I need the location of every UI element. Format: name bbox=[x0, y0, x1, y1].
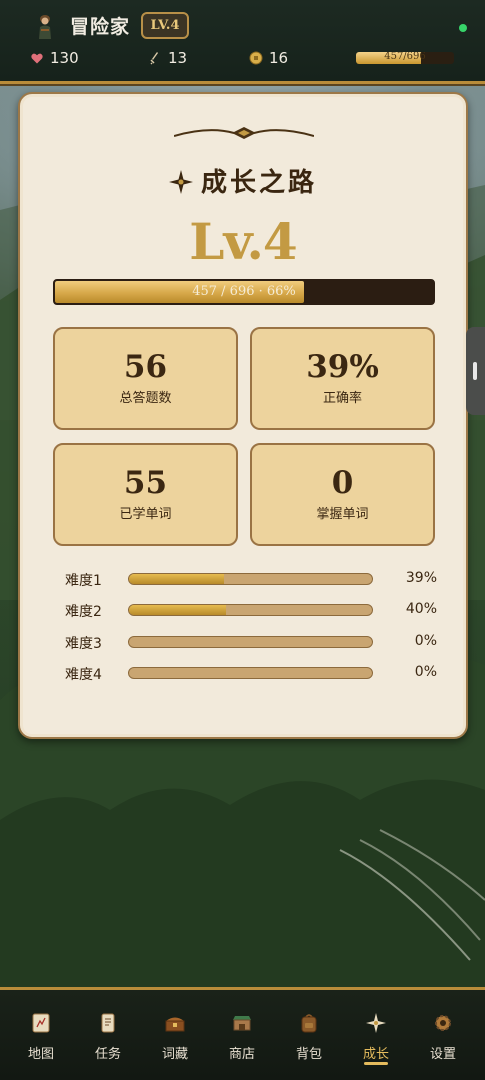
difficulty-label: 难度3 bbox=[65, 636, 102, 652]
difficulty-progress-bar bbox=[128, 573, 373, 585]
shop-icon bbox=[233, 1016, 251, 1031]
top-status-bar: 冒险家 LV.4 130 13 16 457/696 bbox=[0, 0, 485, 84]
hp-value: 130 bbox=[50, 49, 79, 67]
difficulty-progress-bar bbox=[128, 604, 373, 616]
nav-item-quests[interactable]: 任务 bbox=[80, 1012, 136, 1072]
star-icon bbox=[366, 1013, 386, 1033]
difficulty-label: 难度2 bbox=[65, 604, 102, 620]
stat-label: 已学单词 bbox=[119, 507, 172, 522]
nav-label: 商店 bbox=[228, 1047, 255, 1062]
difficulty-percent: 39% bbox=[405, 570, 437, 586]
stat-value: 0 bbox=[331, 465, 354, 501]
stat-learned-words: 55 已学单词 bbox=[53, 443, 238, 546]
page-title: 成长之路 bbox=[20, 162, 466, 201]
nav-label: 地图 bbox=[27, 1047, 54, 1062]
gear-icon bbox=[435, 1015, 451, 1031]
difficulty-percent: 0% bbox=[414, 633, 437, 649]
difficulty-progress-bar bbox=[128, 636, 373, 648]
page-title-text: 成长之路 bbox=[200, 168, 317, 198]
attack-value: 13 bbox=[168, 49, 188, 67]
difficulty-label: 难度4 bbox=[65, 667, 102, 683]
backpack-icon bbox=[301, 1014, 317, 1033]
sword-icon bbox=[148, 51, 162, 65]
level-badge: LV.4 bbox=[141, 12, 189, 39]
grip-icon bbox=[473, 362, 477, 380]
coin-icon bbox=[249, 51, 263, 65]
current-level: Lv.4 bbox=[189, 212, 297, 271]
difficulty-label: 难度1 bbox=[65, 573, 102, 589]
ornament-divider-icon bbox=[174, 127, 314, 139]
map-icon bbox=[32, 1013, 50, 1033]
nav-item-growth[interactable]: 成长 bbox=[348, 1012, 404, 1072]
stat-accuracy: 39% 正确率 bbox=[250, 327, 435, 430]
heart-icon bbox=[30, 51, 44, 65]
chest-icon bbox=[165, 1017, 185, 1032]
difficulty-percent: 0% bbox=[414, 664, 437, 680]
growth-card: 成长之路 Lv.4 457 / 696 · 66% 56 总答题数 39% 正确… bbox=[18, 92, 468, 739]
main-xp-text: 457 / 696 · 66% bbox=[192, 284, 296, 299]
difficulty-row-3: 难度3 0% bbox=[65, 632, 437, 652]
header-xp-text: 457/696 bbox=[384, 52, 426, 62]
adventurer-avatar-icon[interactable] bbox=[32, 12, 58, 40]
header-xp-bar: 457/696 bbox=[356, 52, 454, 64]
stat-value: 39% bbox=[306, 349, 379, 385]
stat-total-answers: 56 总答题数 bbox=[53, 327, 238, 430]
hp-stat: 130 bbox=[30, 49, 79, 67]
online-status-indicator bbox=[459, 24, 467, 32]
difficulty-row-2: 难度2 40% bbox=[65, 600, 437, 620]
stat-value: 56 bbox=[123, 349, 168, 385]
nav-item-collection[interactable]: 词藏 bbox=[147, 1012, 203, 1072]
nav-label: 背包 bbox=[295, 1047, 322, 1062]
stat-label: 正确率 bbox=[322, 391, 362, 406]
difficulty-progress-fill bbox=[129, 605, 227, 615]
attack-stat: 13 bbox=[148, 49, 187, 67]
difficulty-percent: 40% bbox=[405, 601, 437, 617]
scroll-icon bbox=[101, 1013, 115, 1033]
main-xp-bar: 457 / 696 · 66% bbox=[53, 279, 435, 305]
nav-label: 成长 bbox=[362, 1047, 389, 1062]
coin-value: 16 bbox=[269, 49, 289, 67]
nav-label: 设置 bbox=[429, 1047, 456, 1062]
compass-star-icon bbox=[168, 170, 193, 201]
nav-label: 词藏 bbox=[161, 1047, 188, 1062]
difficulty-progress-fill bbox=[129, 574, 224, 584]
nav-item-backpack[interactable]: 背包 bbox=[281, 1012, 337, 1072]
stat-value: 55 bbox=[123, 465, 168, 501]
bottom-navigation: 地图 任务 词藏 商店 背包 成长 设置 bbox=[0, 987, 485, 1080]
nav-item-map[interactable]: 地图 bbox=[13, 1012, 69, 1072]
difficulty-row-4: 难度4 0% bbox=[65, 663, 437, 683]
active-tab-indicator bbox=[364, 1062, 388, 1065]
player-name: 冒险家 bbox=[70, 16, 131, 38]
nav-item-settings[interactable]: 设置 bbox=[415, 1012, 471, 1072]
side-drawer-handle[interactable] bbox=[466, 327, 485, 415]
difficulty-progress-bar bbox=[128, 667, 373, 679]
stat-mastered-words: 0 掌握单词 bbox=[250, 443, 435, 546]
nav-item-shop[interactable]: 商店 bbox=[214, 1012, 270, 1072]
stat-label: 总答题数 bbox=[119, 391, 172, 406]
coin-stat: 16 bbox=[249, 49, 288, 67]
difficulty-row-1: 难度1 39% bbox=[65, 569, 437, 589]
stat-label: 掌握单词 bbox=[316, 507, 369, 522]
nav-label: 任务 bbox=[94, 1047, 121, 1062]
